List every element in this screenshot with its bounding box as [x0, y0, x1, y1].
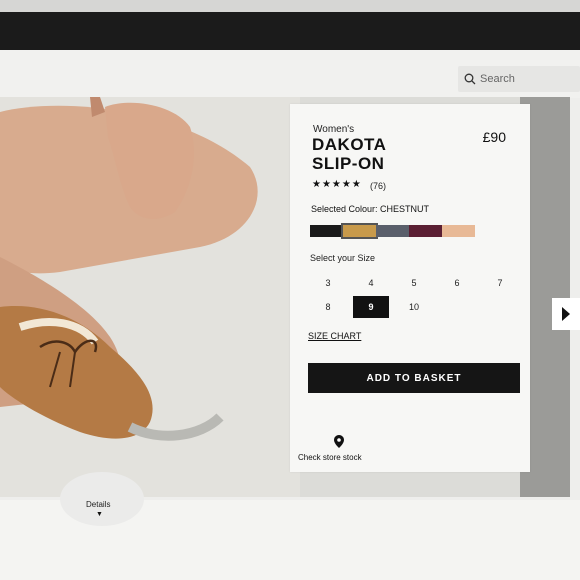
product-info-panel: Women's DAKOTA SLIP-ON £90 ★★★★★ (76) Se… [290, 104, 530, 472]
product-title: DAKOTA SLIP-ON [312, 135, 432, 173]
site-banner [0, 12, 580, 50]
product-category: Women's [313, 124, 355, 135]
selected-colour-label: Selected Colour: CHESTNUT [311, 204, 430, 214]
search-placeholder: Search [480, 73, 515, 85]
details-label: Details [86, 500, 111, 509]
size-option[interactable]: 4 [353, 272, 389, 294]
review-count[interactable]: (76) [370, 181, 386, 191]
size-option[interactable]: 6 [439, 272, 475, 294]
size-option[interactable]: 9 [353, 296, 389, 318]
caret-down-icon: ▼ [96, 511, 103, 518]
size-option[interactable]: 3 [310, 272, 346, 294]
search-icon [464, 73, 476, 85]
size-label: Select your Size [310, 253, 376, 263]
rating-stars: ★★★★★ [312, 179, 362, 190]
location-pin-icon [334, 435, 344, 448]
details-toggle[interactable]: Details ▼ [60, 472, 144, 526]
check-store-stock-label: Check store stock [298, 453, 362, 462]
size-option[interactable]: 8 [310, 296, 346, 318]
product-title-line-2: SLIP-ON [312, 154, 385, 173]
check-store-stock-button[interactable]: Check store stock [297, 433, 387, 469]
colour-swatch[interactable] [376, 225, 409, 237]
size-option[interactable]: 7 [482, 272, 518, 294]
chevron-right-icon [562, 307, 570, 321]
next-image-button[interactable] [552, 298, 580, 330]
browser-top-bar [0, 0, 580, 12]
size-option[interactable]: 10 [396, 296, 432, 318]
colour-swatch[interactable] [341, 223, 378, 239]
search-box[interactable]: Search [458, 66, 580, 92]
colour-swatches [310, 223, 475, 239]
colour-swatch[interactable] [442, 225, 475, 237]
product-title-line-1: DAKOTA [312, 135, 387, 154]
size-chart-link[interactable]: SIZE CHART [308, 331, 361, 341]
colour-swatch[interactable] [310, 225, 343, 237]
add-to-basket-button[interactable]: ADD TO BASKET [308, 363, 520, 393]
product-price: £90 [482, 129, 506, 145]
colour-swatch[interactable] [409, 225, 442, 237]
size-option[interactable]: 5 [396, 272, 432, 294]
